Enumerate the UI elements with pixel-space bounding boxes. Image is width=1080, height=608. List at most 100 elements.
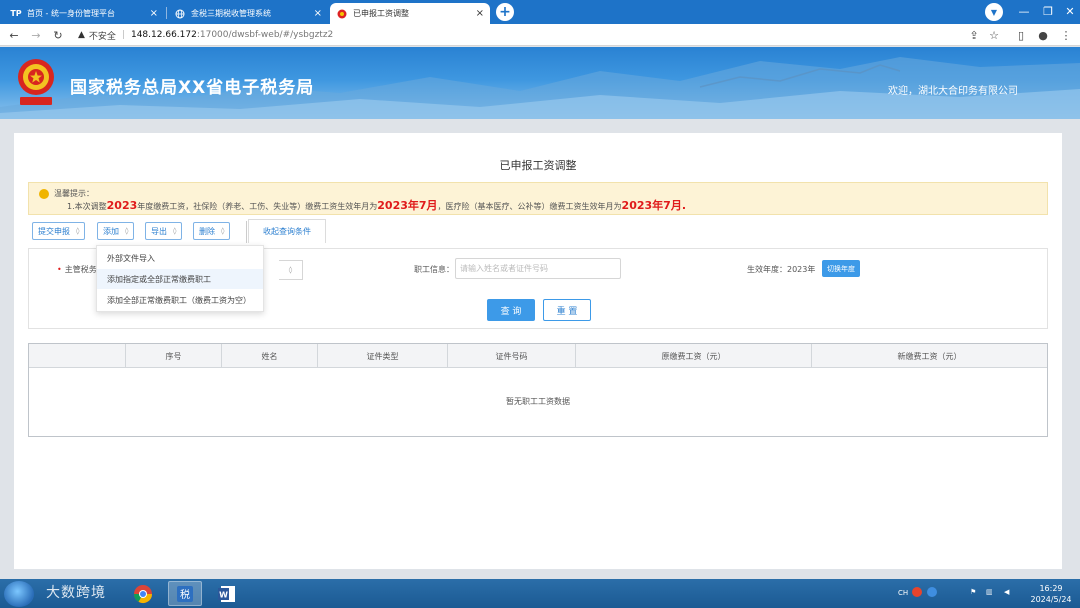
menu-item-import-file[interactable]: 外部文件导入 bbox=[97, 248, 263, 268]
back-arrow-icon[interactable]: ← bbox=[6, 27, 22, 43]
system-clock[interactable]: 16:29 2024/5/24 bbox=[1028, 583, 1074, 605]
page-title: 已申报工资调整 bbox=[499, 159, 577, 172]
security-label: 不安全 bbox=[88, 31, 116, 42]
network-icon[interactable]: ▥ bbox=[986, 588, 993, 596]
column-header-select[interactable] bbox=[29, 344, 125, 368]
button-label: 提交申报 bbox=[38, 226, 70, 236]
tab-salary-adjustment[interactable]: 已申报工资调整 × bbox=[330, 3, 490, 24]
start-button[interactable] bbox=[4, 581, 34, 607]
tab-label: 首页 - 统一身份管理平台 bbox=[27, 9, 115, 18]
add-dropdown-menu: 外部文件导入 添加指定或全部正常缴费职工 添加全部正常缴费职工（缴费工资为空） bbox=[96, 245, 264, 312]
employee-search-input[interactable]: 请输入姓名或者证件号码 bbox=[455, 258, 621, 279]
chevron-down-icon: ◊ bbox=[221, 227, 225, 235]
menu-item-add-all[interactable]: 添加全部正常缴费职工（缴费工资为空） bbox=[97, 290, 263, 310]
new-tab-button[interactable]: + bbox=[496, 3, 514, 21]
add-button[interactable]: 添加 ◊ bbox=[97, 222, 135, 240]
reset-button[interactable]: 重 置 bbox=[543, 299, 591, 321]
button-label: 导出 bbox=[151, 226, 167, 236]
tab-label: 已申报工资调整 bbox=[353, 9, 409, 18]
table-header: 序号 姓名 证件类型 证件号码 原缴费工资（元） 新缴费工资（元） bbox=[29, 344, 1047, 368]
column-header-new-salary[interactable]: 新缴费工资（元） bbox=[811, 344, 1047, 368]
chevron-down-icon: ◊ bbox=[125, 227, 129, 235]
collapse-query-tab[interactable]: 收起查询条件 bbox=[248, 219, 326, 243]
empty-table-message: 暂无职工工资数据 bbox=[506, 397, 570, 406]
button-label: 删除 bbox=[199, 226, 215, 236]
volume-icon[interactable]: ◀ bbox=[1004, 588, 1009, 596]
url-host: 148.12.66.172 bbox=[130, 30, 197, 40]
browser-tab-strip: TP 首页 - 统一身份管理平台 × 金税三期税收管理系统 × 已申报工资调整 … bbox=[0, 0, 1080, 24]
svg-text:税: 税 bbox=[180, 588, 190, 601]
reload-icon[interactable]: ↻ bbox=[50, 27, 66, 43]
column-header-id-type[interactable]: 证件类型 bbox=[317, 344, 447, 368]
tab-label: 金税三期税收管理系统 bbox=[191, 9, 271, 18]
tab-separator bbox=[166, 7, 167, 19]
tax-authority-select[interactable]: ◊ bbox=[279, 260, 303, 280]
forward-arrow-icon[interactable]: → bbox=[28, 27, 44, 43]
close-icon[interactable]: × bbox=[150, 8, 158, 19]
lightbulb-icon bbox=[39, 189, 49, 199]
notice-text: 年度缴费工资，社保险（养老、工伤、失业等）缴费工资生效年月为 bbox=[137, 202, 378, 211]
profile-icon[interactable]: ● bbox=[1035, 27, 1051, 43]
button-label: 添加 bbox=[103, 226, 119, 236]
switch-year-button[interactable]: 切换年度 bbox=[822, 260, 860, 277]
close-window-icon[interactable]: ✕ bbox=[1056, 0, 1080, 22]
column-header-name[interactable]: 姓名 bbox=[221, 344, 317, 368]
column-header-id-number[interactable]: 证件号码 bbox=[447, 344, 575, 368]
windows-taskbar: 大数跨境 税 W CH ⚑ ▥ ◀ 16:29 2024/5/24 bbox=[0, 579, 1080, 608]
column-header-old-salary[interactable]: 原缴费工资（元） bbox=[575, 344, 811, 368]
watermark-text: 大数跨境 bbox=[46, 585, 106, 601]
required-mark: • bbox=[57, 265, 62, 274]
notice-date: 2023年7月. bbox=[621, 199, 686, 212]
svg-text:W: W bbox=[219, 590, 228, 599]
chevron-down-icon: ◊ bbox=[76, 227, 80, 235]
menu-item-add-specified[interactable]: 添加指定或全部正常缴费职工 bbox=[97, 269, 263, 289]
warning-icon: ▲ bbox=[78, 30, 85, 40]
input-language-indicator[interactable]: CH bbox=[898, 589, 908, 597]
chevron-down-icon: ◊ bbox=[173, 227, 177, 235]
notice-text: 1.本次调整 bbox=[67, 202, 107, 211]
site-title: 国家税务总局XX省电子税务局 bbox=[70, 78, 315, 98]
close-icon[interactable]: × bbox=[314, 8, 322, 19]
clock-time: 16:29 bbox=[1039, 584, 1063, 593]
url-field[interactable]: ▲ 不安全 | 148.12.66.172 :17000/dwsbf-web/#… bbox=[78, 27, 333, 43]
employee-info-label: 职工信息： bbox=[414, 265, 454, 274]
notice-banner: 温馨提示： 1.本次调整 2023 年度缴费工资，社保险（养老、工伤、失业等）缴… bbox=[28, 182, 1048, 215]
tab-identity-platform[interactable]: TP 首页 - 统一身份管理平台 × bbox=[4, 3, 164, 24]
tp-logo-icon: TP bbox=[10, 9, 22, 18]
notice-line: 1.本次调整 2023 年度缴费工资，社保险（养老、工伤、失业等）缴费工资生效年… bbox=[67, 197, 686, 213]
effective-year-value: 2023年 bbox=[787, 265, 816, 274]
notice-date: 2023年7月 bbox=[377, 199, 438, 212]
effective-year-label: 生效年度：2023年 bbox=[747, 264, 815, 275]
globe-icon bbox=[174, 8, 186, 20]
main-page: 已申报工资调整 温馨提示： 1.本次调整 2023 年度缴费工资，社保险（养老、… bbox=[14, 133, 1062, 569]
toolbar-divider bbox=[246, 221, 247, 243]
share-icon[interactable]: ⇪ bbox=[966, 27, 982, 43]
clock-date: 2024/5/24 bbox=[1030, 595, 1072, 604]
flag-icon[interactable]: ⚑ bbox=[970, 588, 976, 596]
label-text: 生效年度： bbox=[747, 265, 787, 274]
address-toolbar: ← → ↻ ▲ 不安全 | 148.12.66.172 :17000/dwsbf… bbox=[0, 24, 1080, 46]
close-icon[interactable]: × bbox=[476, 8, 484, 19]
word-app-icon[interactable]: W bbox=[210, 581, 244, 606]
welcome-text: 欢迎，湖北大合印务有限公司 bbox=[888, 86, 1018, 97]
label-text: 主管税务 bbox=[64, 265, 97, 274]
url-separator: | bbox=[121, 30, 125, 40]
chevron-down-icon[interactable]: ▼ bbox=[985, 3, 1003, 21]
star-icon[interactable]: ☆ bbox=[986, 27, 1002, 43]
help-icon[interactable] bbox=[927, 587, 937, 597]
submit-declaration-button[interactable]: 提交申报 ◊ bbox=[32, 222, 86, 240]
notice-year: 2023 bbox=[106, 199, 138, 212]
tax-client-app-icon[interactable]: 税 bbox=[168, 581, 202, 606]
tab-tax-system[interactable]: 金税三期税收管理系统 × bbox=[168, 3, 328, 24]
sogou-ime-icon[interactable] bbox=[912, 587, 922, 597]
notice-text: ，医疗险（基本医疗、公补等）缴费工资生效年月为 bbox=[437, 202, 622, 211]
tax-authority-label: • 主管税务 bbox=[57, 264, 97, 275]
tax-emblem-logo bbox=[18, 59, 54, 105]
export-button[interactable]: 导出 ◊ bbox=[145, 222, 183, 240]
sidebar-icon[interactable]: ▯ bbox=[1013, 27, 1029, 43]
chrome-app-icon[interactable] bbox=[126, 581, 160, 606]
more-menu-icon[interactable]: ⋮ bbox=[1058, 27, 1074, 43]
delete-button[interactable]: 删除 ◊ bbox=[193, 222, 231, 240]
search-button[interactable]: 查 询 bbox=[487, 299, 535, 321]
column-header-index[interactable]: 序号 bbox=[125, 344, 221, 368]
